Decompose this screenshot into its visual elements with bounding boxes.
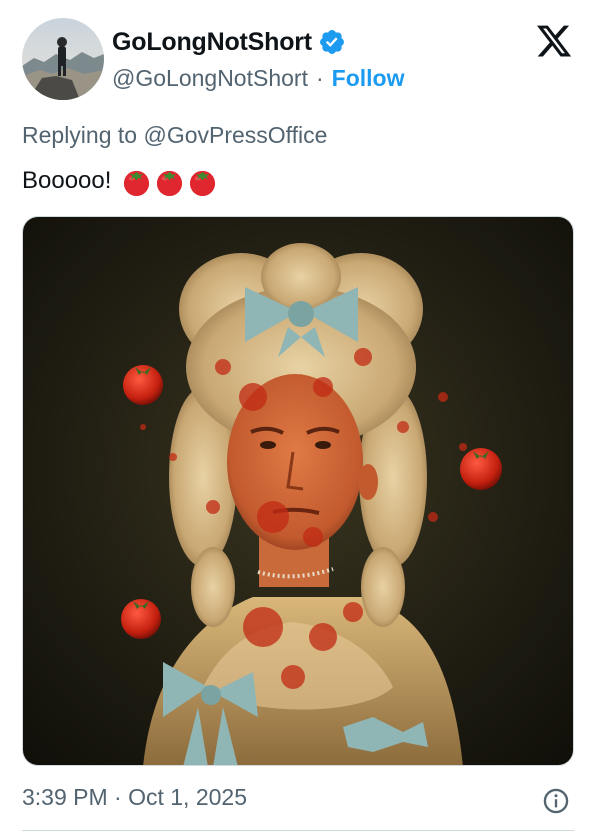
tweet-media-image[interactable] <box>22 216 574 766</box>
author-handle[interactable]: @GoLongNotShort <box>112 65 308 92</box>
separator-dot: · <box>315 64 324 91</box>
x-logo-icon[interactable] <box>534 22 574 60</box>
footer-divider <box>22 830 574 831</box>
follow-button[interactable]: Follow <box>332 65 405 92</box>
author-handle-row: @GoLongNotShort · Follow <box>112 62 404 94</box>
tweet-timestamp[interactable]: 3:39 PM · Oct 1, 2025 <box>22 784 247 811</box>
tweet-body: Booooo! <box>22 167 112 194</box>
replying-prefix: Replying to <box>22 122 144 148</box>
tomato-icon <box>157 170 183 196</box>
tomato-icon <box>124 170 150 196</box>
tomato-icon <box>190 170 216 196</box>
display-name[interactable]: GoLongNotShort <box>112 28 312 57</box>
replying-to: Replying to @GovPressOffice <box>22 122 327 149</box>
tweet-text: Booooo! <box>22 164 218 198</box>
info-icon[interactable] <box>542 787 570 815</box>
avatar-image <box>22 18 104 100</box>
verified-badge-icon <box>318 28 346 56</box>
author-name-row: GoLongNotShort <box>112 24 346 60</box>
avatar[interactable] <box>22 18 104 100</box>
tomato-emoji-group <box>121 166 218 197</box>
reply-mention-link[interactable]: @GovPressOffice <box>143 122 327 148</box>
portrait-image <box>23 217 573 765</box>
